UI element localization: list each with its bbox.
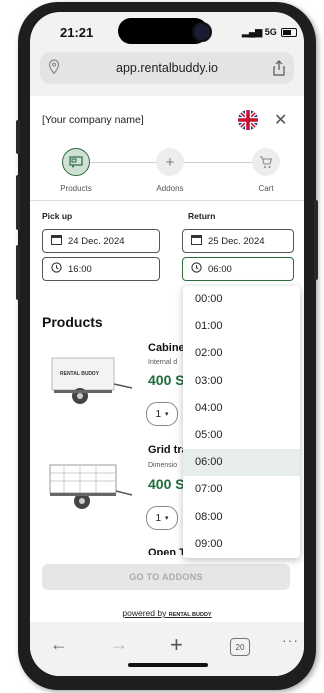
signal-indicator: ▂▄▆ 5G [242,27,298,38]
product-description: Dimensio [148,462,178,469]
quantity-stepper[interactable]: 1 ▾ [146,506,178,530]
calendar-icon [51,234,62,248]
return-time-value: 06:00 [208,263,232,275]
phone-side-button [16,120,20,154]
product-name[interactable]: Cabine [148,342,185,354]
network-type: 5G [264,27,277,37]
close-icon[interactable]: ✕ [274,110,287,130]
quantity-value: 1 [155,408,162,420]
pickup-date-value: 24 Dec. 2024 [68,235,125,247]
time-option[interactable]: 07:00 [183,476,300,503]
trailer-image [44,461,134,520]
trailer-logo: RENTAL BUDDY [60,371,99,377]
time-option-selected[interactable]: 06:00 [183,449,300,477]
calendar-icon [191,234,202,248]
return-label: Return [188,211,216,221]
return-date-value: 25 Dec. 2024 [208,235,265,247]
time-dropdown[interactable]: 00:00 01:00 02:00 03:00 04:00 05:00 06:0… [183,286,300,558]
trailer-image [44,354,134,413]
uk-flag-icon[interactable] [238,110,258,130]
quantity-value: 1 [155,512,162,524]
time-option[interactable]: 09:00 [183,531,300,558]
time-option[interactable]: 01:00 [183,313,300,340]
phone-side-button [16,245,20,300]
url-bar[interactable]: app.rentalbuddy.io [40,52,294,84]
status-time: 21:21 [60,25,94,40]
step-connector [80,162,160,163]
more-icon[interactable]: ··· [282,632,299,648]
step-products-icon[interactable] [62,148,90,176]
pickup-date-field[interactable]: 24 Dec. 2024 [42,229,160,253]
phone-side-button [16,175,20,230]
time-option[interactable]: 00:00 [183,286,300,313]
step-cart-icon[interactable] [252,148,280,176]
step-connector [180,162,260,163]
location-icon [48,59,60,80]
time-option[interactable]: 02:00 [183,340,300,367]
step-products-label: Products [60,184,92,193]
rental-buddy-logo: RENTAL BUDDY [168,612,212,618]
share-icon[interactable] [272,60,286,81]
back-icon[interactable]: ← [50,634,68,655]
return-date-field[interactable]: 25 Dec. 2024 [182,229,294,253]
step-cart-label: Cart [258,184,274,193]
divider [30,200,304,201]
pickup-time-value: 16:00 [68,263,92,275]
url-text[interactable]: app.rentalbuddy.io [40,52,294,84]
product-price: 400 S [148,372,185,388]
signal-bars-icon: ▂▄▆ [242,27,263,37]
time-option[interactable]: 03:00 [183,368,300,395]
clock-icon [191,262,202,276]
web-page: [Your company name] ✕ Products + Addons … [30,96,304,676]
company-name: [Your company name] [42,114,144,126]
battery-icon [281,28,298,38]
camera-icon [192,22,212,42]
phone-power-button [314,200,318,280]
chevron-down-icon: ▾ [165,515,169,522]
home-indicator [128,663,208,667]
go-to-addons-button[interactable]: GO TO ADDONS [42,564,290,590]
tabs-button[interactable]: 20 [230,638,250,656]
product-name[interactable]: Grid tra [148,444,188,456]
clock-icon [51,262,62,276]
screen: 21:21 ▂▄▆ 5G app.rentalbuddy.io [Your co… [30,12,304,676]
browser-toolbar: ← → + 20 ··· [30,622,304,676]
pickup-time-field[interactable]: 16:00 [42,257,160,281]
quantity-stepper[interactable]: 1 ▾ [146,402,178,426]
step-addons-label: Addons [156,184,184,193]
time-option[interactable]: 04:00 [183,395,300,422]
powered-by-text: powered by [122,608,167,618]
chevron-down-icon: ▾ [165,411,169,418]
return-time-field[interactable]: 06:00 [182,257,294,281]
step-addons-icon[interactable]: + [156,148,184,176]
product-price: 400 S [148,476,185,492]
pickup-label: Pick up [42,211,73,221]
powered-by-link[interactable]: powered by RENTAL BUDDY [30,608,304,618]
time-option[interactable]: 08:00 [183,504,300,531]
products-title: Products [42,314,103,330]
product-description: Internal d [148,359,178,366]
forward-icon[interactable]: → [110,634,128,655]
time-option[interactable]: 05:00 [183,422,300,449]
product-name[interactable]: Open T [148,547,186,555]
new-tab-icon[interactable]: + [170,632,183,658]
